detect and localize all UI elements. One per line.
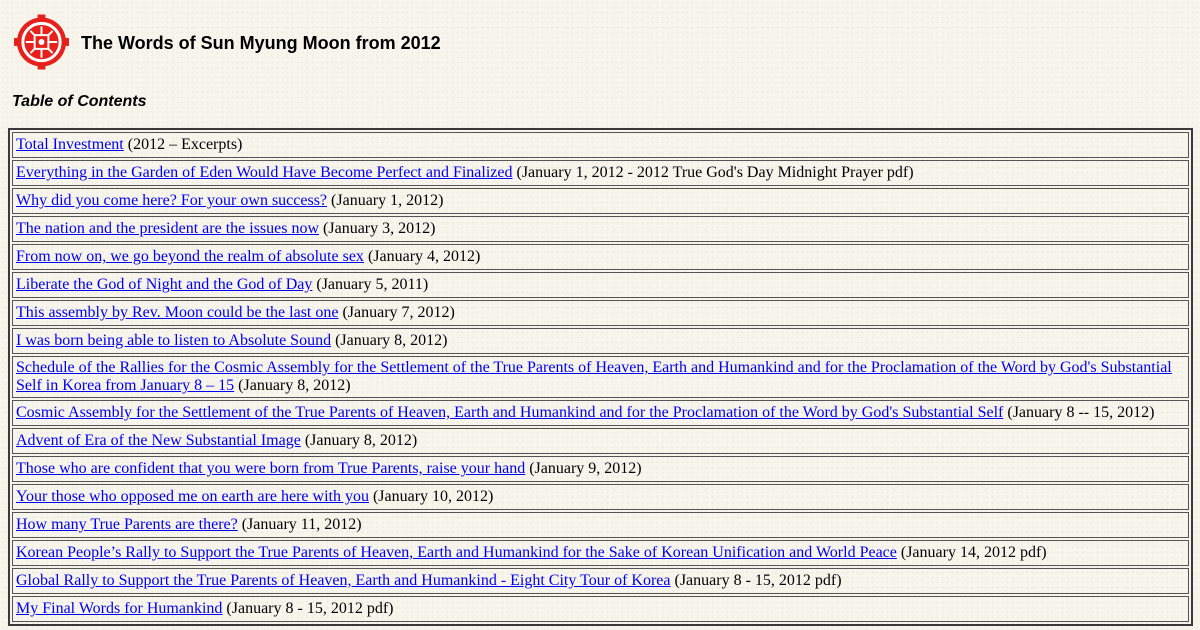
toc-cell: Total Investment (2012 – Excerpts) bbox=[12, 132, 1189, 158]
toc-entry-date: (January 8 -- 15, 2012) bbox=[1007, 404, 1155, 421]
toc-cell: Korean People’s Rally to Support the Tru… bbox=[12, 540, 1189, 566]
toc-entry-date: (January 10, 2012) bbox=[372, 488, 494, 505]
site-title: The Words of Sun Myung Moon from 2012 bbox=[81, 32, 441, 53]
toc-row: Why did you come here? For your own succ… bbox=[12, 188, 1189, 214]
toc-row: Korean People’s Rally to Support the Tru… bbox=[12, 540, 1189, 566]
toc-row: Global Rally to Support the True Parents… bbox=[12, 568, 1189, 594]
toc-cell: Your those who opposed me on earth are h… bbox=[12, 484, 1189, 510]
toc-entry-date: (January 1, 2012) bbox=[331, 192, 444, 209]
toc-row: Those who are confident that you were bo… bbox=[12, 456, 1189, 482]
toc-cell: Everything in the Garden of Eden Would H… bbox=[12, 160, 1189, 186]
toc-entry-date: (January 1, 2012 - 2012 True God's Day M… bbox=[516, 164, 914, 181]
toc-entry-link[interactable]: Advent of Era of the New Substantial Ima… bbox=[16, 432, 301, 449]
toc-cell: I was born being able to listen to Absol… bbox=[12, 328, 1189, 354]
toc-entry-date: (January 3, 2012) bbox=[323, 220, 436, 237]
toc-entry-date: (January 4, 2012) bbox=[367, 248, 481, 265]
toc-entry-link[interactable]: Liberate the God of Night and the God of… bbox=[16, 276, 312, 293]
toc-entry-link[interactable]: My Final Words for Humankind bbox=[16, 600, 222, 617]
toc-entry-date: (January 8, 2012) bbox=[304, 432, 418, 449]
toc-cell: This assembly by Rev. Moon could be the … bbox=[12, 300, 1189, 326]
toc-entry-link[interactable]: From now on, we go beyond the realm of a… bbox=[16, 248, 364, 265]
toc-entry-date: (January 11, 2012) bbox=[241, 516, 362, 533]
toc-cell: Cosmic Assembly for the Settlement of th… bbox=[12, 400, 1189, 426]
toc-entry-date: (January 8 - 15, 2012 pdf) bbox=[226, 600, 394, 617]
toc-entry-link[interactable]: Total Investment bbox=[16, 136, 124, 153]
toc-entry-link[interactable]: The nation and the president are the iss… bbox=[16, 220, 319, 237]
site-header: The Words of Sun Myung Moon from 2012 bbox=[14, 14, 441, 70]
toc-entry-date: (January 7, 2012) bbox=[342, 304, 455, 321]
toc-entry-date: (January 9, 2012) bbox=[529, 460, 642, 477]
toc-row: Schedule of the Rallies for the Cosmic A… bbox=[12, 356, 1189, 398]
toc-entry-link[interactable]: Everything in the Garden of Eden Would H… bbox=[16, 164, 512, 181]
toc-cell: My Final Words for Humankind (January 8 … bbox=[12, 596, 1189, 622]
toc-entry-link[interactable]: This assembly by Rev. Moon could be the … bbox=[16, 304, 338, 321]
toc-entry-link[interactable]: Those who are confident that you were bo… bbox=[16, 460, 525, 477]
toc-entry-link[interactable]: Cosmic Assembly for the Settlement of th… bbox=[16, 404, 1003, 421]
toc-cell: Global Rally to Support the True Parents… bbox=[12, 568, 1189, 594]
toc-entry-link[interactable]: How many True Parents are there? bbox=[16, 516, 238, 533]
toc-entry-link[interactable]: Schedule of the Rallies for the Cosmic A… bbox=[16, 359, 1172, 394]
toc-cell: Advent of Era of the New Substantial Ima… bbox=[12, 428, 1189, 454]
toc-row: Liberate the God of Night and the God of… bbox=[12, 272, 1189, 298]
toc-row: Total Investment (2012 – Excerpts) bbox=[12, 132, 1189, 158]
toc-entry-link[interactable]: Why did you come here? For your own succ… bbox=[16, 192, 327, 209]
toc-entry-link[interactable]: I was born being able to listen to Absol… bbox=[16, 332, 331, 349]
toc-cell: The nation and the president are the iss… bbox=[12, 216, 1189, 242]
toc-cell: From now on, we go beyond the realm of a… bbox=[12, 244, 1189, 270]
toc-row: Everything in the Garden of Eden Would H… bbox=[12, 160, 1189, 186]
toc-row: The nation and the president are the iss… bbox=[12, 216, 1189, 242]
toc-cell: Those who are confident that you were bo… bbox=[12, 456, 1189, 482]
toc-row: Advent of Era of the New Substantial Ima… bbox=[12, 428, 1189, 454]
toc-row: My Final Words for Humankind (January 8 … bbox=[12, 596, 1189, 622]
toc-cell: How many True Parents are there? (Januar… bbox=[12, 512, 1189, 538]
toc-table: Total Investment (2012 – Excerpts) Everyt… bbox=[8, 128, 1193, 626]
toc-entry-date: (January 5, 2011) bbox=[316, 276, 429, 293]
toc-cell: Schedule of the Rallies for the Cosmic A… bbox=[12, 356, 1189, 398]
toc-body: Total Investment (2012 – Excerpts) Everyt… bbox=[12, 132, 1189, 622]
toc-entry-link[interactable]: Global Rally to Support the True Parents… bbox=[16, 572, 670, 589]
toc-cell: Why did you come here? For your own succ… bbox=[12, 188, 1189, 214]
toc-entry-date: (2012 – Excerpts) bbox=[127, 136, 243, 153]
toc-entry-date: (January 14, 2012 pdf) bbox=[900, 544, 1047, 561]
toc-row: From now on, we go beyond the realm of a… bbox=[12, 244, 1189, 270]
toc-row: I was born being able to listen to Absol… bbox=[12, 328, 1189, 354]
toc-entry-date: (January 8, 2012) bbox=[335, 332, 448, 349]
toc-cell: Liberate the God of Night and the God of… bbox=[12, 272, 1189, 298]
toc-row: This assembly by Rev. Moon could be the … bbox=[12, 300, 1189, 326]
toc-row: How many True Parents are there? (Januar… bbox=[12, 512, 1189, 538]
toc-entry-link[interactable]: Korean People’s Rally to Support the Tru… bbox=[16, 544, 897, 561]
toc-heading: Table of Contents bbox=[12, 93, 147, 110]
toc-entry-date: (January 8, 2012) bbox=[238, 377, 351, 394]
toc-entry-link[interactable]: Your those who opposed me on earth are h… bbox=[16, 488, 369, 505]
toc-entry-date: (January 8 - 15, 2012 pdf) bbox=[674, 572, 842, 589]
toc-row: Your those who opposed me on earth are h… bbox=[12, 484, 1189, 510]
unification-emblem-icon[interactable] bbox=[14, 14, 69, 70]
toc-row: Cosmic Assembly for the Settlement of th… bbox=[12, 400, 1189, 426]
